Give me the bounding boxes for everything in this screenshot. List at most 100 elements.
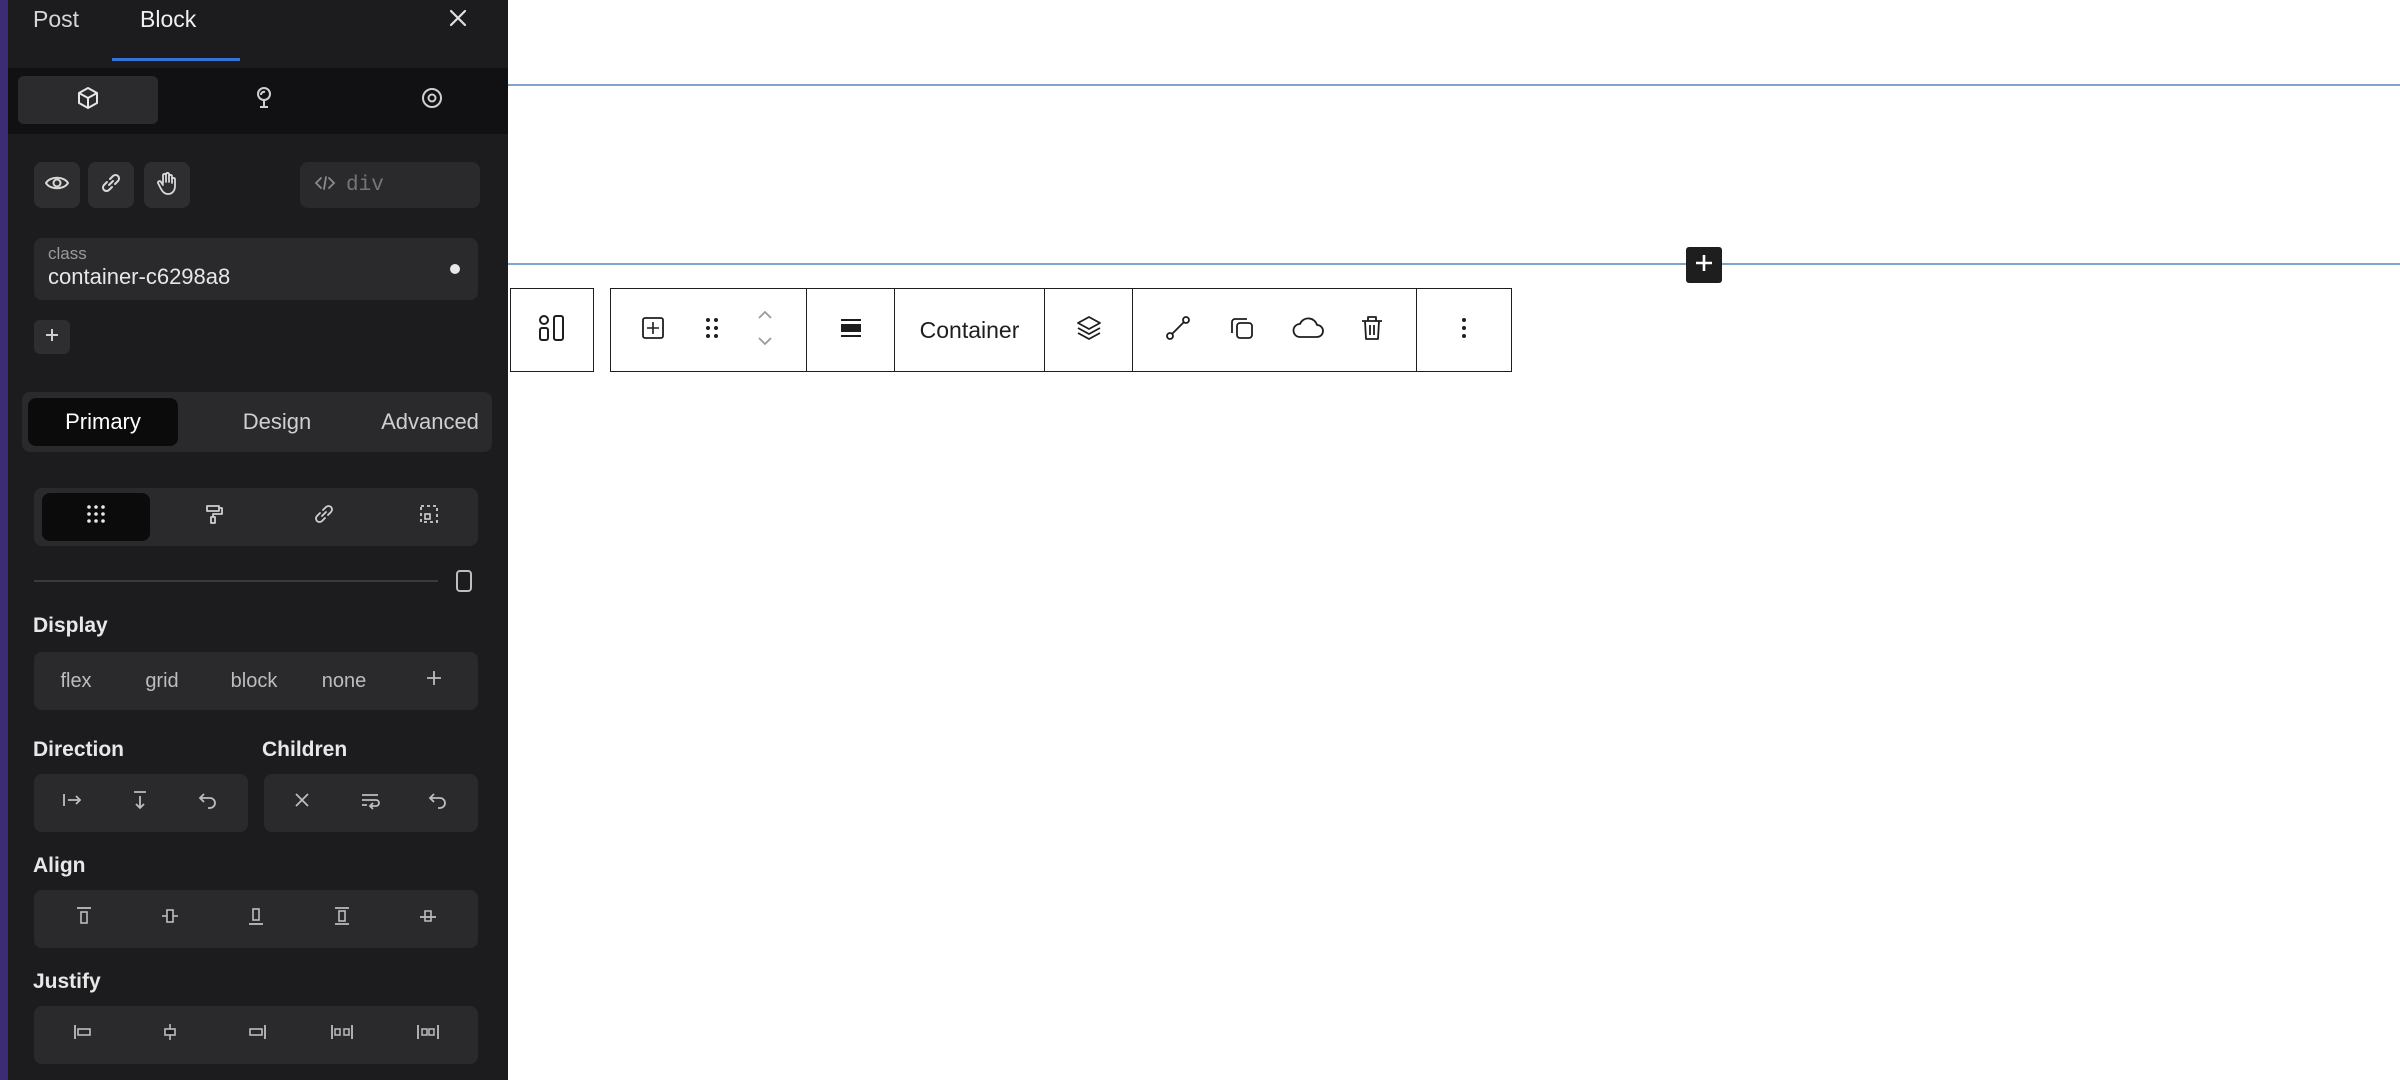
justify-center-button[interactable] [134, 1006, 206, 1064]
html-tag-input[interactable] [346, 173, 456, 197]
toolbar-block-group [611, 289, 807, 371]
direction-reverse-button[interactable] [176, 774, 240, 832]
select-parent-button[interactable] [510, 288, 594, 372]
move-up-down-buttons[interactable] [745, 289, 785, 371]
tab-primary[interactable]: Primary [28, 398, 178, 446]
tab-links[interactable] [274, 488, 374, 546]
justify-around-icon [415, 1021, 441, 1049]
justify-options [34, 1006, 478, 1064]
children-wrap-button[interactable] [338, 774, 402, 832]
class-label: class [48, 244, 87, 263]
block-type-button[interactable] [633, 289, 673, 371]
justify-center-icon [158, 1021, 182, 1049]
drag-handle[interactable] [697, 289, 727, 371]
active-tab-indicator [112, 58, 240, 61]
insert-block-button[interactable] [1686, 247, 1722, 283]
display-grid[interactable]: grid [130, 652, 194, 710]
children-nowrap-button[interactable] [270, 774, 334, 832]
class-active-dot [450, 264, 460, 274]
direction-row-button[interactable] [40, 774, 104, 832]
display-label: Display [33, 614, 108, 637]
tab-style[interactable] [164, 488, 264, 546]
tab-post[interactable]: Post [33, 6, 79, 33]
mode-style-button[interactable] [194, 76, 334, 124]
connect-button[interactable] [1153, 289, 1203, 371]
selected-block-bottom-border [508, 263, 2400, 265]
tab-layout[interactable] [42, 493, 150, 541]
plus-icon [43, 326, 61, 349]
wrap-text-icon [358, 788, 382, 818]
tab-spacing[interactable] [384, 488, 474, 546]
visibility-button[interactable] [34, 162, 80, 208]
align-baseline-button[interactable] [392, 890, 464, 948]
justify-start-button[interactable] [48, 1006, 120, 1064]
display-none[interactable]: none [306, 652, 382, 710]
sidebar-edge [0, 0, 8, 1080]
align-end-button[interactable] [220, 890, 292, 948]
arrow-down-icon [128, 788, 152, 818]
arrow-right-icon [60, 788, 84, 818]
mode-interaction-button[interactable] [362, 76, 502, 124]
block-grid-icon [639, 314, 667, 347]
align-start-button[interactable] [48, 890, 120, 948]
tab-design[interactable]: Design [202, 392, 352, 452]
mode-settings-button[interactable] [18, 76, 158, 124]
paint-roller-icon [202, 502, 226, 532]
justify-between-button[interactable] [306, 1006, 378, 1064]
align-center-button[interactable] [134, 890, 206, 948]
class-selector[interactable]: class container-c6298a8 [34, 238, 478, 300]
tab-block[interactable]: Block [140, 6, 196, 33]
display-flex[interactable]: flex [44, 652, 108, 710]
align-stretch-button[interactable] [306, 890, 378, 948]
link-button[interactable] [88, 162, 134, 208]
html-tag-field[interactable] [300, 162, 480, 208]
more-vertical-icon [1459, 314, 1469, 347]
selected-block-top-border [508, 84, 2400, 86]
layers-button[interactable] [1045, 289, 1133, 371]
children-wrap-reverse-button[interactable] [406, 774, 470, 832]
target-icon [419, 85, 445, 116]
hand-icon [153, 169, 181, 202]
align-options [34, 890, 478, 948]
display-block[interactable]: block [216, 652, 292, 710]
justify-label: Justify [33, 970, 101, 993]
add-class-button[interactable] [34, 320, 70, 354]
editor-canvas[interactable]: Container [508, 0, 2400, 1080]
layers-icon [1074, 313, 1104, 348]
undo-arrow-icon [196, 788, 220, 818]
justify-around-button[interactable] [392, 1006, 464, 1064]
display-options: flex grid block none [34, 652, 478, 710]
toolbar-layers-group [1045, 289, 1133, 371]
align-baseline-icon [417, 905, 439, 933]
justify-end-icon [244, 1021, 268, 1049]
save-to-cloud-button[interactable] [1281, 289, 1335, 371]
display-more-button[interactable] [404, 652, 464, 710]
justify-end-button[interactable] [220, 1006, 292, 1064]
close-icon[interactable] [444, 4, 472, 32]
duplicate-button[interactable] [1217, 289, 1267, 371]
copy-icon [1227, 313, 1257, 348]
resize-handle[interactable] [456, 570, 472, 592]
dashed-box-icon [417, 502, 441, 532]
undo-arrow-icon [426, 788, 450, 818]
children-options [264, 774, 478, 832]
delete-button[interactable] [1347, 289, 1397, 371]
toolbar-more-group [1417, 289, 1511, 371]
layout-tabs [34, 488, 478, 546]
parent-block-icon [535, 311, 569, 350]
drag-dots-icon [704, 315, 720, 346]
grid-dots-icon [84, 502, 108, 532]
panel-divider [34, 580, 438, 582]
direction-column-button[interactable] [108, 774, 172, 832]
interaction-button[interactable] [144, 162, 190, 208]
trash-icon [1357, 313, 1387, 348]
brush-icon [251, 85, 277, 116]
align-button[interactable] [807, 289, 895, 371]
link-chain-icon [312, 502, 336, 532]
class-value[interactable]: container-c6298a8 [48, 264, 230, 290]
justify-between-icon [329, 1021, 355, 1049]
more-options-button[interactable] [1417, 289, 1511, 371]
block-name-label[interactable]: Container [895, 289, 1044, 371]
tab-advanced[interactable]: Advanced [352, 392, 508, 452]
align-top-icon [73, 905, 95, 933]
